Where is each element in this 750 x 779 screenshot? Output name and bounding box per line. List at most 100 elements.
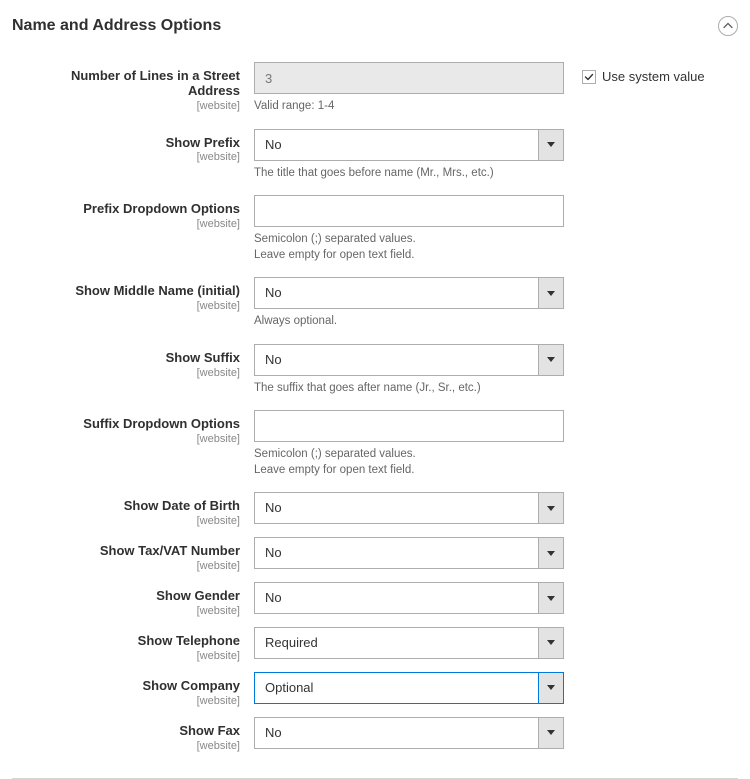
prefix-options-input[interactable]	[254, 195, 564, 227]
chevron-up-icon	[723, 21, 733, 31]
chevron-down-icon	[538, 717, 564, 749]
field-label: Show Suffix	[48, 351, 240, 366]
checkmark-icon	[584, 72, 594, 82]
chevron-down-icon	[538, 537, 564, 569]
field-col: No	[254, 717, 564, 749]
row-middle-name: Show Middle Name (initial) [website] No …	[48, 277, 738, 330]
field-col: No The title that goes before name (Mr.,…	[254, 129, 564, 182]
use-system-wrap: Use system value	[564, 62, 705, 84]
field-col: No Always optional.	[254, 277, 564, 330]
show-company-select[interactable]: Optional	[254, 672, 564, 704]
field-col: No	[254, 492, 564, 524]
row-prefix: Show Prefix [website] No The title that …	[48, 129, 738, 182]
label-col: Show Fax [website]	[48, 717, 254, 752]
show-taxvat-select[interactable]: No	[254, 537, 564, 569]
label-col: Show Company [website]	[48, 672, 254, 707]
row-telephone: Show Telephone [website] Required	[48, 627, 738, 662]
show-suffix-select[interactable]: No	[254, 344, 564, 376]
scope-label: [website]	[48, 151, 240, 163]
row-gender: Show Gender [website] No	[48, 582, 738, 617]
row-suffix: Show Suffix [website] No The suffix that…	[48, 344, 738, 397]
select-value: Optional	[254, 672, 564, 704]
field-col: Required	[254, 627, 564, 659]
select-value: Required	[254, 627, 564, 659]
row-street-lines: Number of Lines in a Street Address [web…	[48, 62, 738, 115]
label-col: Show Prefix [website]	[48, 129, 254, 164]
collapse-toggle[interactable]	[718, 16, 738, 36]
show-dob-select[interactable]: No	[254, 492, 564, 524]
field-hint: Always optional.	[254, 314, 564, 330]
section-header: Name and Address Options	[12, 16, 738, 36]
section-title: Name and Address Options	[12, 17, 221, 35]
show-fax-select[interactable]: No	[254, 717, 564, 749]
scope-label: [website]	[48, 367, 240, 379]
select-value: No	[254, 582, 564, 614]
row-suffix-options: Suffix Dropdown Options [website] Semico…	[48, 410, 738, 478]
field-hint: The title that goes before name (Mr., Mr…	[254, 166, 564, 182]
field-hint: Valid range: 1-4	[254, 99, 564, 115]
street-lines-input	[254, 62, 564, 94]
chevron-down-icon	[538, 492, 564, 524]
field-hint: The suffix that goes after name (Jr., Sr…	[254, 381, 564, 397]
row-company: Show Company [website] Optional	[48, 672, 738, 707]
field-label: Show Fax	[48, 724, 240, 739]
field-label: Show Company	[48, 679, 240, 694]
scope-label: [website]	[48, 650, 240, 662]
select-value: No	[254, 344, 564, 376]
show-gender-select[interactable]: No	[254, 582, 564, 614]
fieldset: Number of Lines in a Street Address [web…	[12, 62, 738, 752]
show-telephone-select[interactable]: Required	[254, 627, 564, 659]
field-col: No The suffix that goes after name (Jr.,…	[254, 344, 564, 397]
field-col: Optional	[254, 672, 564, 704]
scope-label: [website]	[48, 605, 240, 617]
select-value: No	[254, 129, 564, 161]
chevron-down-icon	[538, 582, 564, 614]
field-label: Suffix Dropdown Options	[48, 417, 240, 432]
label-col: Show Telephone [website]	[48, 627, 254, 662]
scope-label: [website]	[48, 515, 240, 527]
select-value: No	[254, 492, 564, 524]
scope-label: [website]	[48, 560, 240, 572]
scope-label: [website]	[48, 740, 240, 752]
label-col: Show Gender [website]	[48, 582, 254, 617]
row-fax: Show Fax [website] No	[48, 717, 738, 752]
scope-label: [website]	[48, 100, 240, 112]
select-value: No	[254, 717, 564, 749]
field-label: Number of Lines in a Street Address	[48, 69, 240, 99]
field-col: Valid range: 1-4	[254, 62, 564, 115]
name-address-options-section: Name and Address Options Number of Lines…	[0, 0, 750, 770]
label-col: Show Tax/VAT Number [website]	[48, 537, 254, 572]
field-label: Show Middle Name (initial)	[48, 284, 240, 299]
field-label: Show Gender	[48, 589, 240, 604]
field-label: Show Tax/VAT Number	[48, 544, 240, 559]
row-prefix-options: Prefix Dropdown Options [website] Semico…	[48, 195, 738, 263]
field-col: No	[254, 537, 564, 569]
row-dob: Show Date of Birth [website] No	[48, 492, 738, 527]
field-col: Semicolon (;) separated values. Leave em…	[254, 195, 564, 263]
use-system-label: Use system value	[602, 69, 705, 84]
field-label: Show Date of Birth	[48, 499, 240, 514]
field-hint: Semicolon (;) separated values. Leave em…	[254, 232, 564, 263]
suffix-options-input[interactable]	[254, 410, 564, 442]
use-system-checkbox[interactable]	[582, 70, 596, 84]
scope-label: [website]	[48, 218, 240, 230]
select-value: No	[254, 537, 564, 569]
select-value: No	[254, 277, 564, 309]
scope-label: [website]	[48, 433, 240, 445]
label-col: Suffix Dropdown Options [website]	[48, 410, 254, 445]
chevron-down-icon	[538, 672, 564, 704]
field-label: Prefix Dropdown Options	[48, 202, 240, 217]
label-col: Show Middle Name (initial) [website]	[48, 277, 254, 312]
show-middle-name-select[interactable]: No	[254, 277, 564, 309]
show-prefix-select[interactable]: No	[254, 129, 564, 161]
chevron-down-icon	[538, 344, 564, 376]
field-label: Show Telephone	[48, 634, 240, 649]
field-col: Semicolon (;) separated values. Leave em…	[254, 410, 564, 478]
scope-label: [website]	[48, 695, 240, 707]
label-col: Show Date of Birth [website]	[48, 492, 254, 527]
chevron-down-icon	[538, 129, 564, 161]
chevron-down-icon	[538, 627, 564, 659]
row-taxvat: Show Tax/VAT Number [website] No	[48, 537, 738, 572]
label-col: Number of Lines in a Street Address [web…	[48, 62, 254, 112]
label-col: Show Suffix [website]	[48, 344, 254, 379]
